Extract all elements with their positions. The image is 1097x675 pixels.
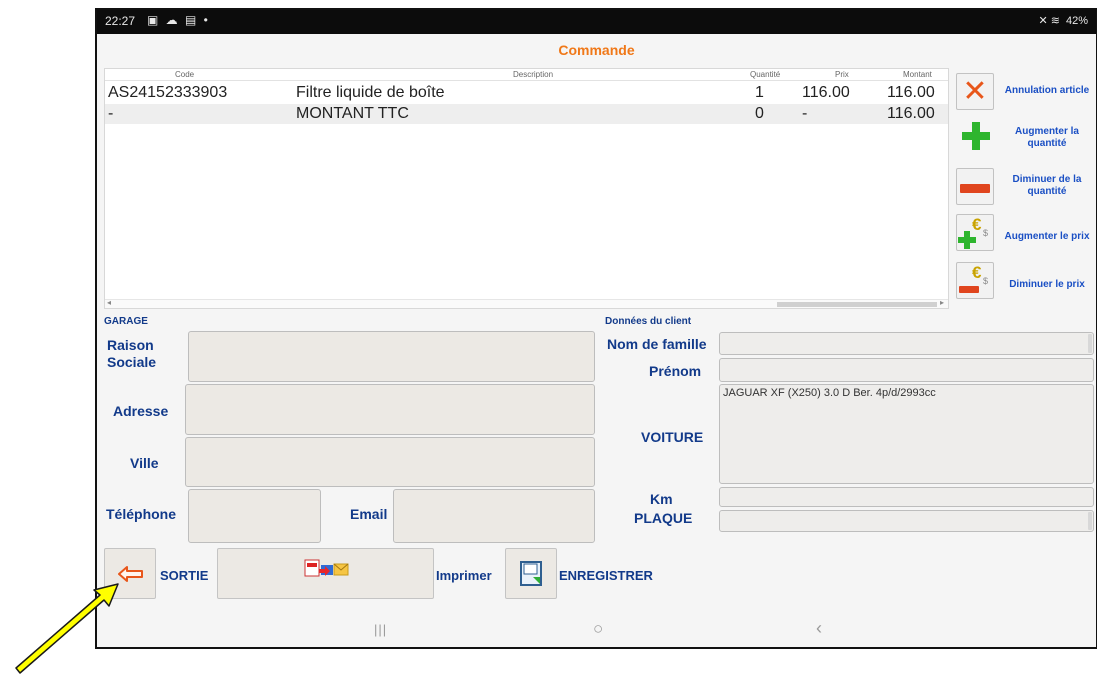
annotation-arrow (15, 583, 119, 674)
yellow-pointer-arrow (15, 583, 119, 674)
